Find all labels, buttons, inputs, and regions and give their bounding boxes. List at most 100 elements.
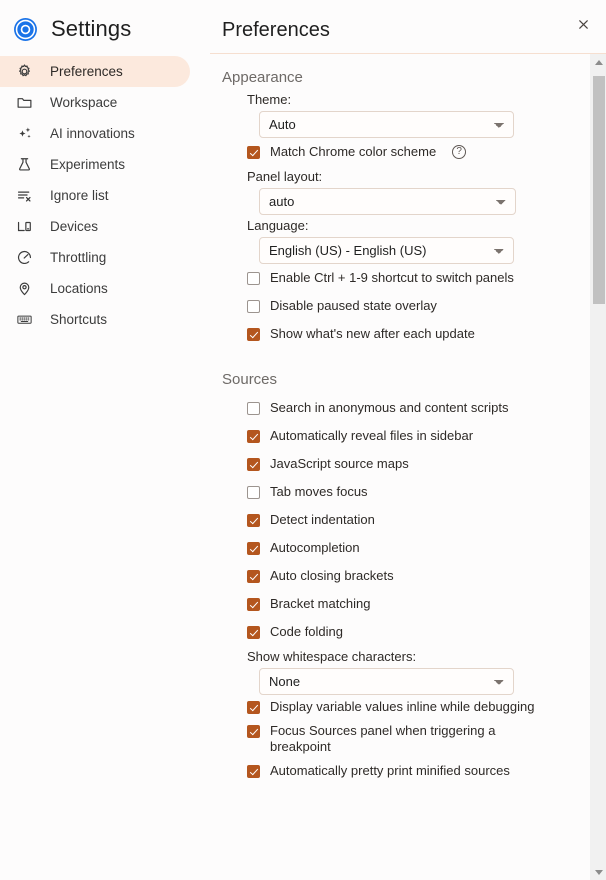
checkbox-label-sources-after-2: Automatically pretty print minified sour… bbox=[270, 763, 510, 778]
gauge-icon bbox=[15, 249, 33, 267]
sidebar-item-label: Workspace bbox=[50, 95, 118, 110]
checkbox-row-sources-3[interactable]: Tab moves focus bbox=[247, 478, 576, 506]
match-chrome-color-scheme-checkbox[interactable] bbox=[247, 146, 260, 159]
checkbox-label-sources-2: JavaScript source maps bbox=[270, 456, 409, 471]
section-title-sources: Sources bbox=[222, 371, 278, 388]
section-title-appearance: Appearance bbox=[222, 69, 303, 86]
sources-checkbox-group: Search in anonymous and content scripts A… bbox=[222, 394, 576, 646]
scrollbar-thumb[interactable] bbox=[593, 76, 605, 304]
checkbox-sources-4[interactable] bbox=[247, 514, 260, 527]
sources-checkbox-group-2: Display variable values inline while deb… bbox=[222, 695, 576, 783]
settings-dialog: Settings Preferences Workspace AI innova… bbox=[0, 0, 606, 880]
checkbox-label-sources-0: Search in anonymous and content scripts bbox=[270, 400, 509, 415]
language-label: Language: bbox=[247, 218, 309, 233]
checkbox-row-appearance-1[interactable]: Disable paused state overlay bbox=[247, 292, 576, 320]
checkbox-appearance-1[interactable] bbox=[247, 300, 260, 313]
keyboard-icon bbox=[15, 311, 33, 329]
checkbox-row-sources-after-2[interactable]: Automatically pretty print minified sour… bbox=[247, 759, 576, 783]
language-select[interactable]: English (US) - English (US) bbox=[259, 237, 514, 264]
sidebar-item-shortcuts[interactable]: Shortcuts bbox=[0, 304, 190, 335]
checkbox-row-sources-1[interactable]: Automatically reveal files in sidebar bbox=[247, 422, 576, 450]
gear-icon bbox=[15, 63, 33, 81]
checkbox-label-sources-7: Bracket matching bbox=[270, 596, 371, 611]
sidebar-item-workspace[interactable]: Workspace bbox=[0, 87, 190, 118]
sidebar-item-preferences[interactable]: Preferences bbox=[0, 56, 190, 87]
checkbox-sources-2[interactable] bbox=[247, 458, 260, 471]
sidebar-item-locations[interactable]: Locations bbox=[0, 273, 190, 304]
settings-sidebar: Settings Preferences Workspace AI innova… bbox=[0, 0, 210, 880]
scroll-down-arrow-icon[interactable] bbox=[591, 864, 606, 880]
checkbox-sources-5[interactable] bbox=[247, 542, 260, 555]
checkbox-label-sources-5: Autocompletion bbox=[270, 540, 360, 555]
checkbox-label-sources-8: Code folding bbox=[270, 624, 343, 639]
theme-select[interactable]: AutoLightDark bbox=[259, 111, 514, 138]
sidebar-item-label: Experiments bbox=[50, 157, 126, 172]
whitespace-label: Show whitespace characters: bbox=[247, 649, 417, 664]
appearance-checkbox-group: Enable Ctrl + 1-9 shortcut to switch pan… bbox=[222, 264, 576, 348]
checkbox-row-sources-7[interactable]: Bracket matching bbox=[247, 590, 576, 618]
sidebar-item-label: AI innovations bbox=[50, 126, 135, 141]
checkbox-appearance-0[interactable] bbox=[247, 272, 260, 285]
close-button[interactable] bbox=[570, 11, 596, 37]
checkbox-sources-3[interactable] bbox=[247, 486, 260, 499]
sidebar-item-ignore-list[interactable]: Ignore list bbox=[0, 180, 190, 211]
checkbox-label-sources-1: Automatically reveal files in sidebar bbox=[270, 428, 474, 443]
checkbox-label-sources-after-1: Focus Sources panel when triggering a br… bbox=[270, 723, 496, 754]
sidebar-item-label: Ignore list bbox=[50, 188, 109, 203]
sidebar-item-label: Locations bbox=[50, 281, 108, 296]
checkbox-label-sources-6: Auto closing brackets bbox=[270, 568, 394, 583]
sidebar-item-label: Throttling bbox=[50, 250, 107, 265]
checkbox-row-sources-0[interactable]: Search in anonymous and content scripts bbox=[247, 394, 576, 422]
checkbox-sources-6[interactable] bbox=[247, 570, 260, 583]
page-title: Preferences bbox=[222, 19, 330, 41]
sidebar-item-label: Shortcuts bbox=[50, 312, 108, 327]
content-header: Preferences bbox=[210, 0, 606, 54]
checkbox-appearance-2[interactable] bbox=[247, 328, 260, 341]
checkbox-row-sources-after-1[interactable]: Focus Sources panel when triggering a br… bbox=[247, 719, 576, 759]
list-x-icon bbox=[15, 187, 33, 205]
checkbox-sources-after-0[interactable] bbox=[247, 701, 260, 714]
checkbox-sources-after-2[interactable] bbox=[247, 765, 260, 778]
checkbox-row-sources-5[interactable]: Autocompletion bbox=[247, 534, 576, 562]
checkbox-row-sources-2[interactable]: JavaScript source maps bbox=[247, 450, 576, 478]
sidebar-item-throttling[interactable]: Throttling bbox=[0, 242, 190, 273]
sidebar-nav: Preferences Workspace AI innovations Exp… bbox=[0, 56, 210, 335]
checkbox-row-appearance-2[interactable]: Show what's new after each update bbox=[247, 320, 576, 348]
sidebar-item-experiments[interactable]: Experiments bbox=[0, 149, 190, 180]
checkbox-row-sources-4[interactable]: Detect indentation bbox=[247, 506, 576, 534]
folder-icon bbox=[15, 94, 33, 112]
checkbox-label-sources-3: Tab moves focus bbox=[270, 484, 368, 499]
whitespace-select[interactable]: NoneAllTrailing bbox=[259, 668, 514, 695]
checkbox-sources-7[interactable] bbox=[247, 598, 260, 611]
theme-label: Theme: bbox=[247, 92, 292, 107]
checkbox-sources-8[interactable] bbox=[247, 626, 260, 639]
match-chrome-color-scheme-row[interactable]: Match Chrome color scheme ? bbox=[247, 138, 576, 166]
settings-list: Appearance Theme: AutoLightDark Match Ch… bbox=[210, 54, 576, 783]
sidebar-item-ai-innovations[interactable]: AI innovations bbox=[0, 118, 190, 149]
checkbox-row-sources-after-0[interactable]: Display variable values inline while deb… bbox=[247, 695, 576, 719]
checkbox-row-appearance-0[interactable]: Enable Ctrl + 1-9 shortcut to switch pan… bbox=[247, 264, 576, 292]
checkbox-label-appearance-1: Disable paused state overlay bbox=[270, 298, 437, 313]
settings-scroll-area: Appearance Theme: AutoLightDark Match Ch… bbox=[210, 54, 606, 880]
content-scrollbar[interactable] bbox=[590, 54, 606, 880]
checkbox-sources-after-1[interactable] bbox=[247, 725, 260, 738]
sidebar-item-label: Preferences bbox=[50, 64, 123, 79]
checkbox-sources-0[interactable] bbox=[247, 402, 260, 415]
panel-layout-select[interactable]: autohorizontalvertical bbox=[259, 188, 516, 215]
sparkle-icon bbox=[15, 125, 33, 143]
checkbox-row-sources-6[interactable]: Auto closing brackets bbox=[247, 562, 576, 590]
checkbox-label-sources-4: Detect indentation bbox=[270, 512, 375, 527]
match-chrome-color-scheme-label: Match Chrome color scheme bbox=[270, 144, 437, 159]
sidebar-item-label: Devices bbox=[50, 219, 99, 234]
checkbox-sources-1[interactable] bbox=[247, 430, 260, 443]
app-brand: Settings bbox=[0, 0, 210, 56]
checkbox-row-sources-8[interactable]: Code folding bbox=[247, 618, 576, 646]
sidebar-item-devices[interactable]: Devices bbox=[0, 211, 190, 242]
settings-content: Preferences Appearance Theme: AutoLightD… bbox=[210, 0, 606, 880]
flask-icon bbox=[15, 156, 33, 174]
app-title: Settings bbox=[51, 16, 132, 41]
help-icon[interactable]: ? bbox=[452, 145, 467, 159]
pin-icon bbox=[15, 280, 33, 298]
checkbox-label-sources-after-0: Display variable values inline while deb… bbox=[270, 699, 535, 714]
scroll-up-arrow-icon[interactable] bbox=[591, 54, 606, 70]
